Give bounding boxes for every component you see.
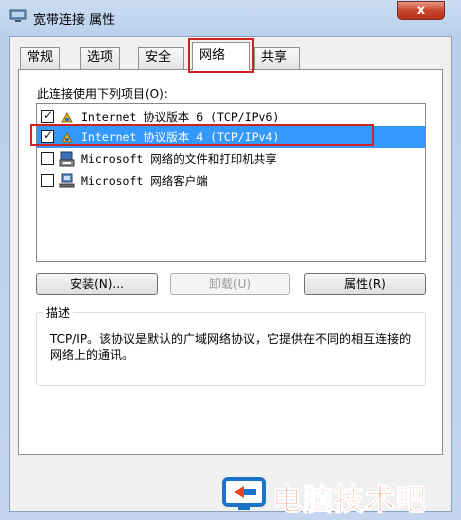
- properties-button[interactable]: 属性(R): [304, 273, 426, 295]
- items-list-label: 此连接使用下列项目(O):: [37, 87, 168, 101]
- checkmark-icon: ✓: [43, 108, 54, 122]
- network-connection-icon: [9, 9, 27, 22]
- ipv6-checkbox[interactable]: ✓: [41, 108, 54, 123]
- tab-security[interactable]: 安全: [138, 47, 184, 69]
- properties-window: 宽带连接 属性 x 常规 选项 安全 网络 共享 此连接使用下列项目(O): ✓…: [0, 0, 461, 520]
- file-sharing-checkbox[interactable]: [41, 152, 54, 165]
- list-item-label: Microsoft 网络客户端: [81, 174, 208, 188]
- list-item-file-printer-sharing[interactable]: Microsoft 网络的文件和打印机共享: [37, 148, 425, 170]
- window-title: 宽带连接 属性: [33, 13, 116, 28]
- list-item-label: Internet 协议版本 6 (TCP/IPv6): [81, 110, 280, 124]
- printer-network-icon: [59, 151, 75, 167]
- protocol-icon: [61, 111, 73, 123]
- list-item-network-client[interactable]: Microsoft 网络客户端: [37, 170, 425, 192]
- monitor-logo-icon: [222, 477, 266, 510]
- title-bar[interactable]: 宽带连接 属性 x: [0, 0, 461, 34]
- close-button[interactable]: x: [397, 1, 445, 20]
- tab-general[interactable]: 常规: [20, 47, 60, 69]
- ipv4-annotation-box: [30, 124, 374, 146]
- tab-annotation-box: [188, 38, 254, 73]
- uninstall-button[interactable]: 卸载(U): [170, 273, 290, 295]
- list-item-label: Microsoft 网络的文件和打印机共享: [81, 152, 277, 166]
- description-title: 描述: [43, 304, 74, 321]
- install-button[interactable]: 安装(N)...: [36, 273, 158, 295]
- network-client-icon: [59, 173, 75, 188]
- tab-options[interactable]: 选项: [80, 47, 120, 69]
- watermark-text: 电脑技术吧: [272, 483, 427, 519]
- description-text: TCP/IP。该协议是默认的广域网络协议，它提供在不同的相互连接的网络上的通讯。: [50, 332, 412, 362]
- close-icon: x: [416, 3, 426, 18]
- watermark: 电脑技术吧: [210, 469, 461, 520]
- tab-sharing[interactable]: 共享: [254, 47, 300, 69]
- network-client-checkbox[interactable]: [41, 174, 54, 187]
